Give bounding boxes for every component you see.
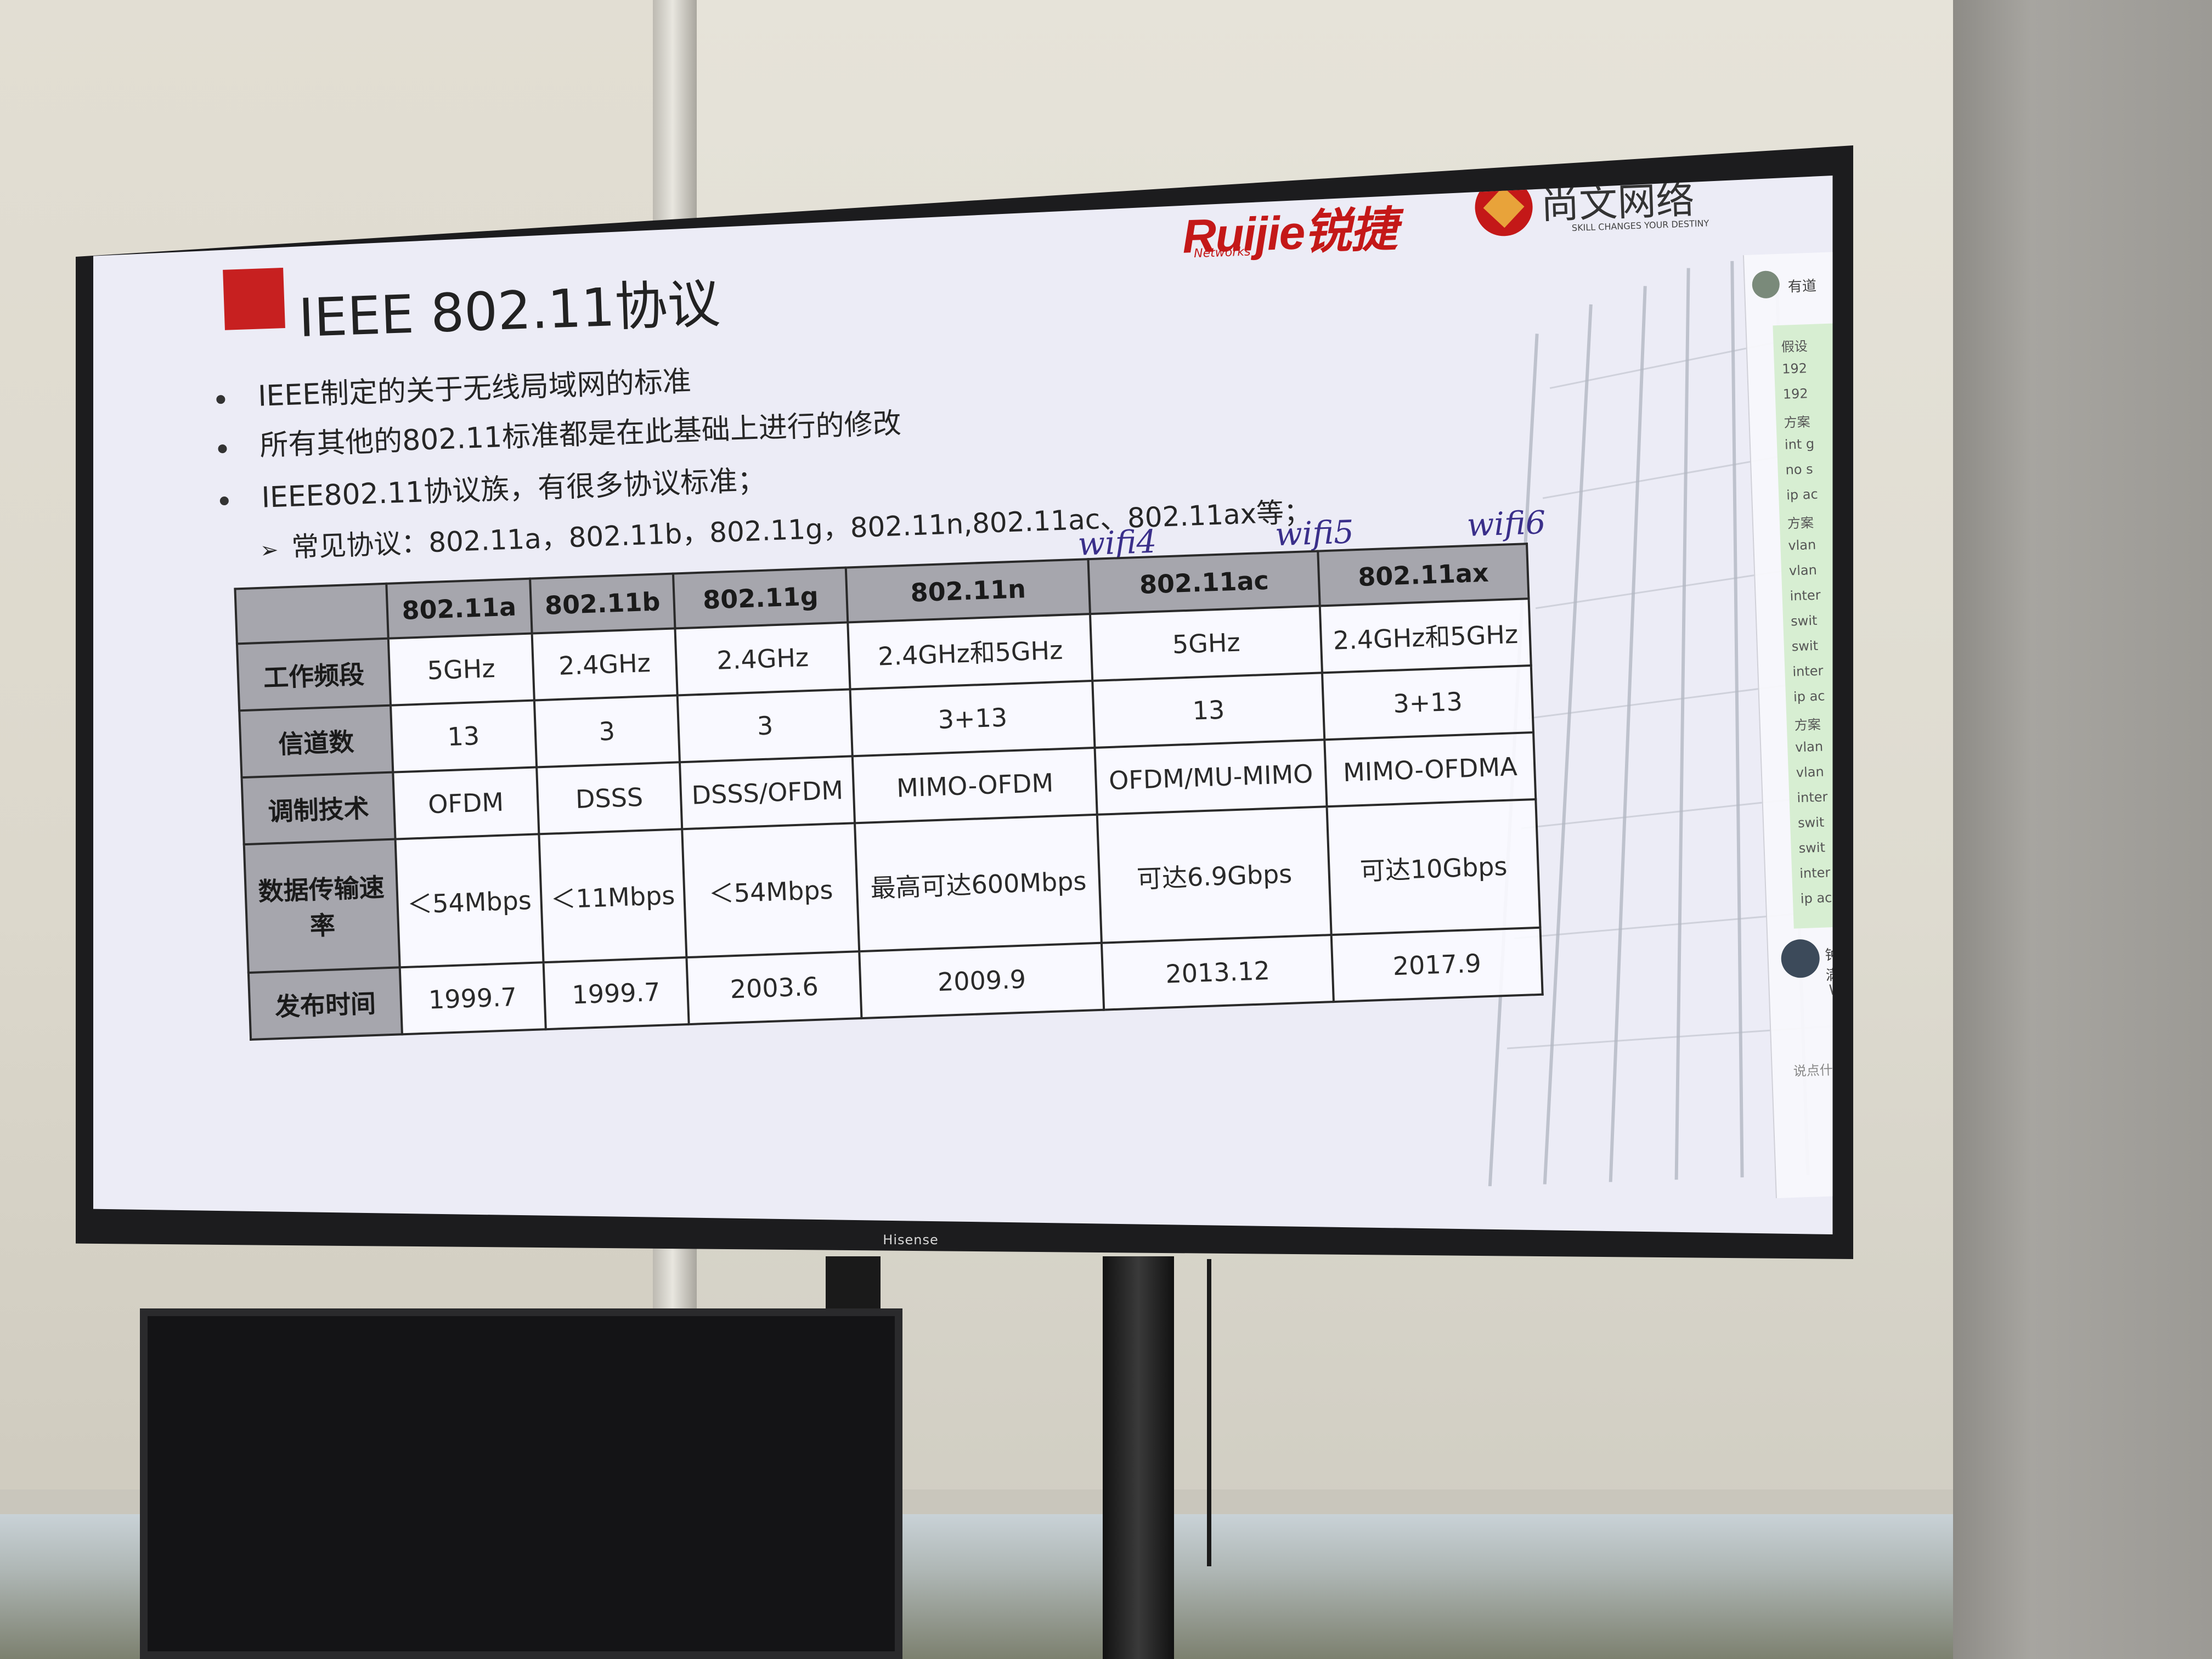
title-accent-square [223, 268, 285, 330]
table-row-header: 发布时间 [248, 967, 402, 1040]
protocol-comparison-table: 802.11a 802.11b 802.11g 802.11n 802.11ac… [234, 543, 1543, 1041]
table-cell: ＜11Mbps [538, 829, 687, 963]
chat-line: vlan [1796, 764, 1825, 781]
chat-line: inter [1790, 587, 1821, 604]
bullet-dot-icon [219, 496, 229, 506]
bullet-item: IEEE802.11协议族，有很多协议标准； [219, 457, 766, 517]
table-cell: MIMO-OFDMA [1324, 732, 1536, 807]
table-header-cell: 802.11g [673, 567, 848, 629]
chat-line: 方案 [1784, 414, 1811, 431]
table-cell: 2003.6 [686, 951, 862, 1025]
table-cell: 最高可达600Mbps [855, 814, 1102, 952]
table-cell: 13 [1092, 673, 1325, 748]
presentation-slide: IEEE 802.11协议 Ruijie锐捷 Networks 尚文网络 SKI… [93, 176, 1833, 1234]
table-cell: ＜54Mbps [682, 823, 860, 958]
bullet-dot-icon [216, 394, 225, 404]
table-cell: 2009.9 [859, 943, 1104, 1019]
table-row-header: 信道数 [239, 705, 393, 778]
table-cell: 可达10Gbps [1327, 799, 1541, 935]
table-row-header: 工作频段 [236, 638, 391, 711]
table-header-cell [235, 583, 388, 644]
chat-line: vlan [1788, 562, 1818, 579]
table-cell: 2.4GHz和5GHz [1319, 599, 1531, 673]
ruijie-logo-subtext: Networks [1193, 245, 1251, 261]
table-cell: 3 [677, 689, 853, 763]
chat-line: ip ac [1786, 486, 1819, 503]
table-cell: ＜54Mbps [395, 834, 544, 968]
table-cell: 5GHz [388, 633, 534, 706]
table-cell: 13 [391, 700, 537, 772]
chat-line: 192 [1781, 360, 1808, 377]
table-cell: 2.4GHz和5GHz [848, 614, 1093, 690]
laptop-monitor [140, 1308, 902, 1659]
chat-line: vlan [1787, 537, 1816, 554]
chat-line: 假设 [1781, 338, 1808, 355]
table-header-cell: 802.11b [529, 573, 675, 634]
table-cell: 3 [534, 695, 680, 768]
bullet-item: IEEE制定的关于无线局域网的标准 [216, 358, 692, 415]
table-header-cell: 802.11ac [1088, 551, 1320, 614]
chat-line: ip ac [1800, 890, 1832, 907]
table-cell: 3+13 [1322, 665, 1534, 740]
table-header-cell: 802.11a [386, 578, 532, 639]
chat-line: swit [1797, 814, 1825, 831]
table-cell: 1999.7 [543, 957, 689, 1030]
table-cell: OFDM/MU-MIMO [1094, 740, 1327, 815]
tv-stand-post [1103, 1256, 1174, 1659]
arrow-right-icon: ➢ [259, 537, 279, 563]
slide-content: IEEE 802.11协议 Ruijie锐捷 Networks 尚文网络 SKI… [93, 176, 1833, 1234]
table-cell: 2013.12 [1102, 935, 1334, 1010]
table-cell: 2017.9 [1331, 927, 1543, 1002]
wall-right [1953, 0, 2212, 1659]
table-cell: 3+13 [850, 680, 1095, 757]
chat-line: 方案 [1787, 515, 1814, 532]
chat-line: no s [1785, 461, 1814, 478]
chat-line: int g [1784, 436, 1815, 453]
chat-panel-title: 有道 [1787, 278, 1817, 296]
chat-line: vlan [1795, 738, 1824, 755]
chat-line: inter [1796, 789, 1828, 806]
table-cell: 2.4GHz [532, 628, 678, 701]
table-header-cell: 802.11n [846, 559, 1091, 623]
chat-line: inter [1792, 663, 1824, 680]
table-cell: MIMO-OFDM [853, 747, 1098, 823]
bullet-dot-icon [218, 444, 227, 454]
table-cell: OFDM [393, 767, 539, 839]
slide-title: IEEE 802.11协议 [297, 273, 721, 349]
tv-brand-label: Hisense [883, 1232, 939, 1248]
table-row-header: 调制技术 [241, 772, 396, 845]
handwritten-note-wifi6: wifi6 [1466, 504, 1547, 544]
chat-line: ip ac [1793, 688, 1825, 705]
table-cell: 5GHz [1090, 606, 1323, 681]
table-cell: DSSS [536, 762, 682, 834]
table-row-header: 数据传输速率 [244, 839, 400, 973]
tv-cable [1207, 1259, 1211, 1566]
chat-input[interactable]: 说点什么... [1793, 1058, 1832, 1080]
chat-line: 方案 [1794, 716, 1821, 733]
chat-line: swit [1791, 637, 1819, 654]
chat-line: inter [1799, 865, 1831, 882]
table-cell: 2.4GHz [675, 622, 850, 696]
table-cell: DSSS/OFDM [680, 756, 855, 830]
chat-line: swit [1798, 839, 1826, 856]
table-header-cell: 802.11ax [1318, 544, 1529, 606]
table-cell: 可达6.9Gbps [1097, 806, 1331, 943]
chat-line: swit [1790, 612, 1818, 629]
chat-line: 192 [1782, 386, 1809, 402]
table-cell: 1999.7 [399, 962, 546, 1035]
handwritten-note-wifi5: wifi5 [1274, 513, 1355, 554]
